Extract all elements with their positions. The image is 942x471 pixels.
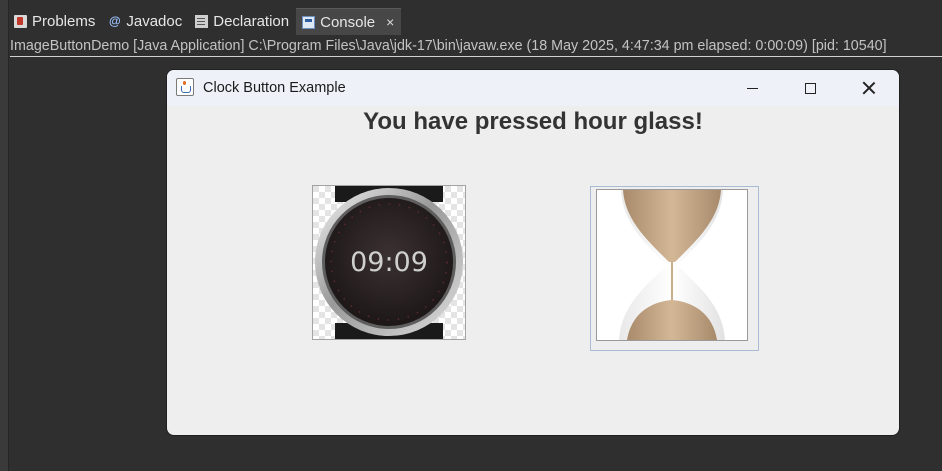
console-divider	[10, 56, 942, 57]
tab-console[interactable]: Console ×	[296, 8, 402, 35]
declaration-icon	[195, 15, 209, 28]
java-icon	[176, 78, 194, 96]
hourglass-image-frame	[596, 189, 748, 341]
view-tab-bar: Problems @ Javadoc Declaration Console ×	[8, 8, 942, 35]
minimize-icon	[746, 87, 758, 89]
minimize-button[interactable]	[729, 70, 775, 106]
javadoc-icon: @	[109, 14, 121, 28]
hourglass-icon	[597, 190, 747, 340]
watch-icon: 09:09	[313, 186, 465, 339]
maximize-icon	[804, 82, 816, 94]
editor-gutter	[0, 0, 9, 471]
tab-javadoc[interactable]: @ Javadoc	[102, 8, 189, 35]
clock-button[interactable]: 09:09	[312, 185, 466, 340]
close-icon[interactable]: ×	[386, 14, 394, 30]
tab-javadoc-label: Javadoc	[126, 13, 183, 30]
tab-declaration[interactable]: Declaration	[189, 8, 296, 35]
close-icon	[862, 81, 876, 95]
clock-time-display: 09:09	[350, 247, 428, 278]
console-icon	[302, 15, 316, 29]
tab-problems[interactable]: Problems	[8, 8, 102, 35]
tab-console-label: Console	[320, 13, 376, 31]
app-window: Clock Button Example You have pressed ho…	[167, 70, 899, 435]
status-message: You have pressed hour glass!	[363, 108, 703, 135]
close-window-button[interactable]	[846, 70, 892, 106]
problems-icon	[14, 15, 27, 28]
window-title: Clock Button Example	[203, 80, 346, 96]
maximize-button[interactable]	[787, 70, 833, 106]
tab-problems-label: Problems	[32, 13, 96, 30]
tab-declaration-label: Declaration	[213, 13, 290, 30]
console-process-info: ImageButtonDemo [Java Application] C:\Pr…	[10, 38, 887, 54]
window-titlebar[interactable]: Clock Button Example	[167, 70, 899, 106]
hourglass-button[interactable]	[590, 186, 759, 351]
